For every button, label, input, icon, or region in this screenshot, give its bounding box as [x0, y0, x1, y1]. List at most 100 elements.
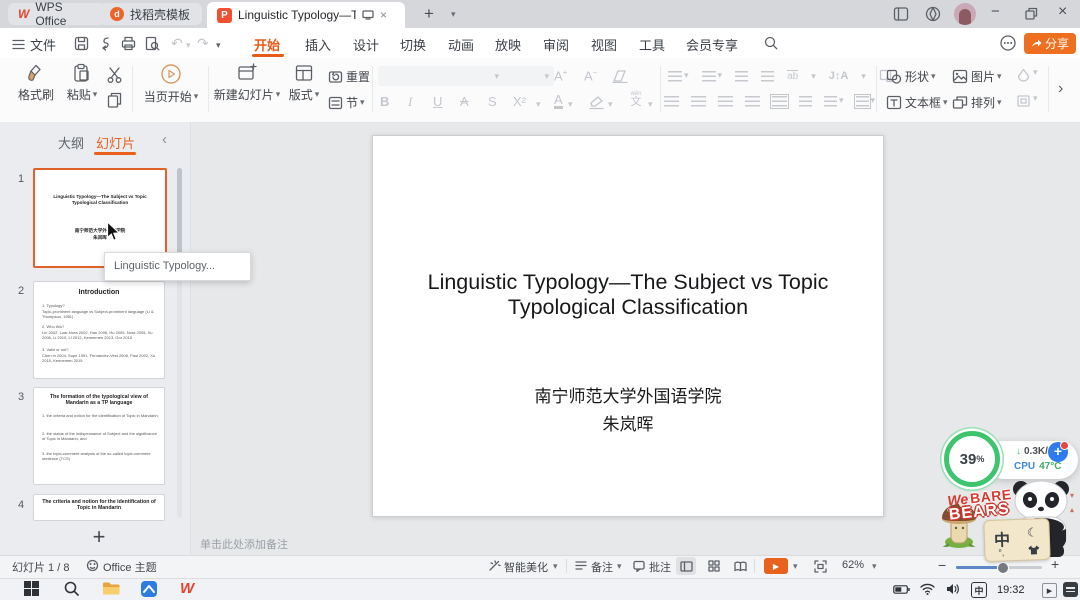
add-slide-button[interactable]: + — [86, 524, 112, 550]
textbox-button[interactable]: 文本框▾ — [886, 94, 948, 111]
minimize-button[interactable]: − — [991, 4, 1000, 19]
present-to-screen-icon[interactable] — [362, 10, 374, 20]
file-menu[interactable]: 文件 — [12, 35, 56, 54]
line-spacing-button[interactable] — [799, 96, 812, 107]
ime-skin-icon[interactable] — [1027, 544, 1040, 555]
tab-wps-home[interactable]: W WPS Office — [8, 3, 106, 25]
new-tab-button[interactable]: + — [424, 5, 434, 22]
superscript-dropdown[interactable]: ▾ — [536, 100, 541, 109]
ribbon-tab-membership[interactable]: 会员专享 — [686, 35, 738, 54]
outline-color-button[interactable]: ▾ — [1016, 94, 1038, 108]
picture-button[interactable]: 图片▾ — [952, 68, 1002, 85]
text-direction-button[interactable]: ab — [787, 70, 798, 82]
ime-fullwidth-icon[interactable]: ☾ — [1027, 525, 1038, 539]
quickbar-dropdown[interactable]: ▾ — [216, 41, 221, 50]
notification-center-button[interactable] — [1063, 582, 1078, 597]
new-slide-dropdown[interactable]: ▾ — [276, 90, 281, 99]
copy-icon[interactable] — [107, 92, 122, 108]
zoom-dropdown[interactable]: ▾ — [872, 562, 877, 571]
reset-slide-button[interactable]: 重置 — [328, 68, 370, 85]
align-center-button[interactable] — [691, 96, 706, 107]
smart-beautify-button[interactable]: 智能美化 — [504, 559, 548, 575]
bold-button[interactable]: B — [380, 94, 389, 109]
ribbon-tab-tools[interactable]: 工具 — [639, 35, 665, 54]
ribbon-tab-review[interactable]: 审阅 — [543, 35, 569, 54]
textbox-dropdown[interactable]: ▾ — [943, 98, 948, 107]
sidebar-toggle-icon[interactable] — [893, 6, 909, 22]
file-explorer-button[interactable] — [102, 581, 120, 596]
wifi-icon[interactable] — [920, 583, 935, 595]
format-painter-button[interactable]: 格式刷 — [12, 63, 60, 103]
decrease-font-button[interactable]: A− — [584, 68, 597, 83]
toolbar-expand-button[interactable]: › — [1058, 80, 1063, 98]
tab-close-icon[interactable]: × — [380, 9, 387, 21]
slide-layout-button[interactable]: 版式▾ — [284, 63, 324, 103]
paragraph-spacing-button[interactable]: ▾ — [824, 96, 844, 107]
redo-icon[interactable]: ↷ — [197, 35, 209, 52]
zoom-in-button[interactable]: + — [1051, 556, 1059, 572]
new-slide-button[interactable]: 新建幻灯片▾ — [214, 63, 280, 103]
normal-view-button[interactable] — [676, 557, 696, 575]
superscript-button[interactable]: X² — [513, 94, 526, 109]
slide-layout-dropdown[interactable]: ▾ — [315, 90, 320, 99]
fill-color-button[interactable]: ▾ — [1016, 68, 1038, 82]
battery-ring-widget[interactable]: 39% — [944, 431, 1000, 487]
char-spacing-button[interactable]: J↕A — [829, 70, 849, 82]
meeting-app-button[interactable] — [141, 581, 157, 597]
tab-list-dropdown[interactable]: ▾ — [451, 10, 456, 19]
ribbon-tab-transition[interactable]: 切换 — [400, 35, 426, 54]
align-left-button[interactable] — [664, 96, 679, 107]
clear-format-icon[interactable] — [612, 69, 628, 83]
ribbon-tab-view[interactable]: 视图 — [591, 35, 617, 54]
windows-start-button[interactable] — [24, 581, 39, 596]
volume-icon[interactable] — [946, 583, 960, 595]
close-button[interactable]: × — [1058, 4, 1067, 20]
zoom-level[interactable]: 62% — [842, 559, 864, 571]
distribute-text-button[interactable] — [772, 96, 787, 107]
slide-3-thumbnail[interactable]: The formation of the typological view of… — [33, 387, 165, 485]
text-shadow-button[interactable]: S — [488, 94, 497, 109]
tab-slides[interactable]: 幻灯片 — [96, 133, 135, 152]
pinyin-dropdown[interactable]: ▾ — [648, 100, 653, 109]
align-right-button[interactable] — [718, 96, 733, 107]
wps-taskbar-button[interactable]: W — [180, 581, 194, 597]
share-button[interactable]: 分享 — [1024, 33, 1076, 54]
ribbon-tab-design[interactable]: 设计 — [353, 35, 379, 54]
undo-dropdown[interactable]: ▾ — [186, 41, 191, 50]
section-dropdown[interactable]: ▾ — [360, 98, 365, 107]
notes-dropdown[interactable]: ▾ — [617, 562, 622, 571]
collapse-panel-button[interactable]: ‹ — [162, 131, 167, 148]
increase-font-button[interactable]: A+ — [554, 68, 567, 83]
cut-icon[interactable] — [106, 67, 123, 83]
taskbar-clock[interactable]: 19:32 — [997, 584, 1025, 596]
zoom-out-button[interactable]: − — [938, 557, 946, 573]
slide-sorter-view-button[interactable] — [704, 557, 724, 575]
save-icon[interactable] — [74, 36, 89, 51]
tray-expand-button[interactable]: ▶ — [1042, 583, 1057, 598]
slide-4-thumbnail[interactable]: The criteria and notion for the identifi… — [33, 494, 165, 521]
globe-icon[interactable] — [925, 6, 941, 22]
comments-button[interactable]: 批注 — [649, 559, 671, 575]
arrange-dropdown[interactable]: ▾ — [997, 98, 1002, 107]
fit-slide-icon[interactable] — [814, 560, 827, 573]
highlight-color-dropdown[interactable]: ▾ — [608, 100, 613, 109]
ime-toolbar[interactable]: 中 ☾ °‚ — [983, 518, 1050, 562]
play-from-current-dropdown[interactable]: ▾ — [194, 92, 199, 101]
widget-add-button[interactable]: + — [1048, 442, 1068, 462]
strikethrough-button[interactable]: A — [460, 94, 469, 109]
notes-button[interactable]: 备注 — [591, 559, 613, 575]
arrange-button[interactable]: 排列▾ — [952, 94, 1002, 111]
tab-docer-templates[interactable]: d 找稻壳模板 — [100, 3, 202, 25]
highlight-color-icon[interactable] — [588, 95, 605, 110]
underline-button[interactable]: U — [433, 94, 442, 109]
slide-title-line1[interactable]: Linguistic Typology—The Subject vs Topic — [373, 270, 883, 295]
play-from-current-button[interactable]: 当页开始▾ — [138, 63, 204, 105]
decrease-indent-button[interactable] — [735, 71, 748, 82]
export-icon[interactable] — [99, 36, 112, 51]
justify-button[interactable] — [745, 96, 760, 107]
print-icon[interactable] — [121, 36, 136, 51]
slide-subtitle-line1[interactable]: 南宁师范大学外国语学院 — [373, 382, 883, 407]
font-color-button[interactable]: A — [554, 94, 563, 109]
pinyin-guide-button[interactable]: wén 文 — [626, 92, 646, 108]
text-direction-dropdown[interactable]: ▾ — [811, 72, 816, 81]
